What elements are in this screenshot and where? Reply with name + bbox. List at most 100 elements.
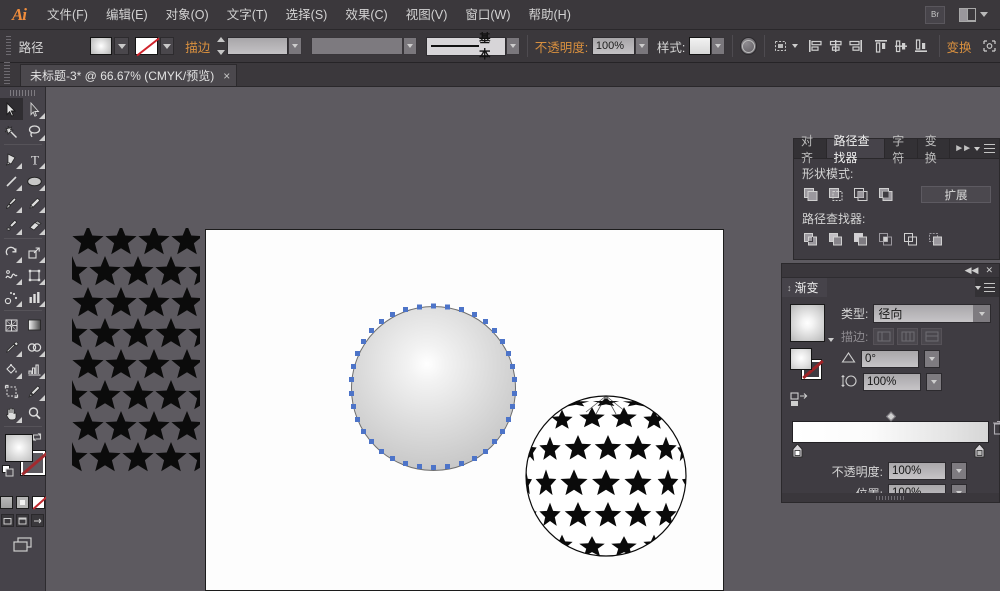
eyedropper-tool[interactable] [0,336,23,358]
stroke-style-input[interactable] [311,37,403,55]
gradient-stop-start[interactable] [792,444,802,457]
align-bottom-icon[interactable] [911,36,931,56]
merge-icon[interactable] [852,231,870,248]
divide-icon[interactable] [802,231,820,248]
rotate-tool[interactable] [0,242,23,264]
tools-panel-grip[interactable] [10,90,36,96]
crop-icon[interactable] [877,231,895,248]
selection-tool[interactable] [0,98,23,120]
direct-selection-tool[interactable] [23,98,46,120]
tab-bar-grip[interactable] [4,62,10,86]
gradient-slider[interactable] [790,421,991,458]
menu-select[interactable]: 选择(S) [277,0,337,30]
chevron-down-icon[interactable] [974,147,980,151]
symbol-sprayer-tool[interactable] [0,286,23,308]
minus-front-icon[interactable] [827,186,845,203]
blob-brush-tool[interactable] [0,214,23,236]
swap-fill-stroke-icon[interactable] [31,431,43,443]
collapse-panel-icon[interactable]: ►► [954,143,970,154]
intersect-icon[interactable] [852,186,870,203]
close-icon[interactable]: × [223,69,230,83]
bridge-icon[interactable]: Br [925,6,945,24]
opacity-label[interactable]: 不透明度: [535,37,588,56]
minus-back-icon[interactable] [927,231,945,248]
gradient-fill-swatch[interactable] [790,348,812,370]
arrange-documents-button[interactable] [959,8,988,22]
stroke-profile-dropdown[interactable] [506,37,520,55]
opacity-dropdown[interactable] [635,37,649,55]
full-screen-menubar-mode-icon[interactable] [16,514,29,527]
align-center-horizontal-icon[interactable] [825,36,845,56]
pen-tool[interactable] [0,148,23,170]
menu-edit[interactable]: 编辑(E) [97,0,157,30]
star-sphere[interactable] [524,390,689,558]
column-graph-tool[interactable] [23,286,46,308]
align-right-icon[interactable] [845,36,865,56]
tab-character[interactable]: 字符 [885,139,918,158]
gradient-angle-input[interactable]: 0° [861,350,919,368]
menu-file[interactable]: 文件(F) [38,0,97,30]
normal-screen-mode-icon[interactable] [1,514,14,527]
stroke-weight-label[interactable]: 描边 [185,37,210,56]
opacity-dropdown[interactable] [951,462,967,480]
column-chart-tool[interactable] [23,358,46,380]
color-mode-button[interactable] [0,496,13,509]
graphic-style-swatch[interactable] [689,37,711,55]
full-screen-mode-icon[interactable] [31,514,44,527]
gradient-ramp[interactable] [792,421,989,443]
document-tab[interactable]: 未标题-3* @ 66.67% (CMYK/预览) × [20,64,237,86]
stroke-along-icon[interactable] [897,328,918,345]
exclude-icon[interactable] [877,186,895,203]
menu-object[interactable]: 对象(O) [157,0,218,30]
paintbrush-tool[interactable] [0,192,23,214]
collapse-icon[interactable]: ◀◀ [965,265,979,276]
tab-transform[interactable]: 变换 [918,139,951,158]
angle-dropdown[interactable] [924,350,940,368]
align-left-icon[interactable] [805,36,825,56]
default-fill-stroke-icon[interactable] [2,465,14,477]
fill-dropdown-button[interactable] [114,37,129,55]
change-screen-mode-button[interactable] [0,536,45,554]
opacity-input[interactable]: 100% [592,37,635,55]
gradient-panel-resize-grip[interactable] [782,493,999,502]
align-middle-vertical-icon[interactable] [891,36,911,56]
stroke-weight-dropdown[interactable] [288,37,302,55]
gradient-tool[interactable] [23,314,46,336]
stroke-style-dropdown[interactable] [403,37,417,55]
mesh-tool[interactable] [0,314,23,336]
aspect-dropdown[interactable] [926,373,942,391]
trim-icon[interactable] [827,231,845,248]
menu-type[interactable]: 文字(T) [218,0,277,30]
chevron-down-icon[interactable] [975,286,981,290]
stroke-weight-input[interactable] [227,37,288,55]
tab-gradient[interactable]: ↕ 渐变 [782,278,827,297]
free-transform-tool[interactable] [23,264,46,286]
tab-align[interactable]: 对齐 [794,139,827,158]
gradient-stop-end[interactable] [974,444,984,457]
close-icon[interactable]: ✕ [985,265,993,276]
line-segment-tool[interactable] [0,170,23,192]
control-bar-grip[interactable] [6,36,11,56]
reverse-gradient-button[interactable] [790,392,834,411]
isolate-selection-icon[interactable] [980,36,1000,56]
menu-view[interactable]: 视图(V) [397,0,457,30]
recolor-artwork-icon[interactable] [740,37,757,55]
stroke-within-icon[interactable] [873,328,894,345]
gradient-mode-button[interactable] [16,496,29,509]
unite-icon[interactable] [802,186,820,203]
panel-menu-icon[interactable] [984,283,995,292]
stroke-swatch-button[interactable] [135,37,157,55]
pencil-tool[interactable] [23,192,46,214]
eraser-tool[interactable] [23,214,46,236]
gradient-opacity-input[interactable]: 100% [888,462,946,480]
blend-tool[interactable] [23,336,46,358]
gradient-type-select[interactable]: 径向 [873,304,991,323]
none-mode-button[interactable] [32,496,45,509]
panel-menu-icon[interactable] [984,144,995,153]
gradient-preview-swatch[interactable] [790,304,825,342]
menu-help[interactable]: 帮助(H) [520,0,580,30]
warp-tool[interactable] [0,264,23,286]
transform-each-icon[interactable] [772,36,792,56]
stroke-weight-stepper[interactable] [216,37,227,55]
type-tool[interactable]: T [23,148,46,170]
